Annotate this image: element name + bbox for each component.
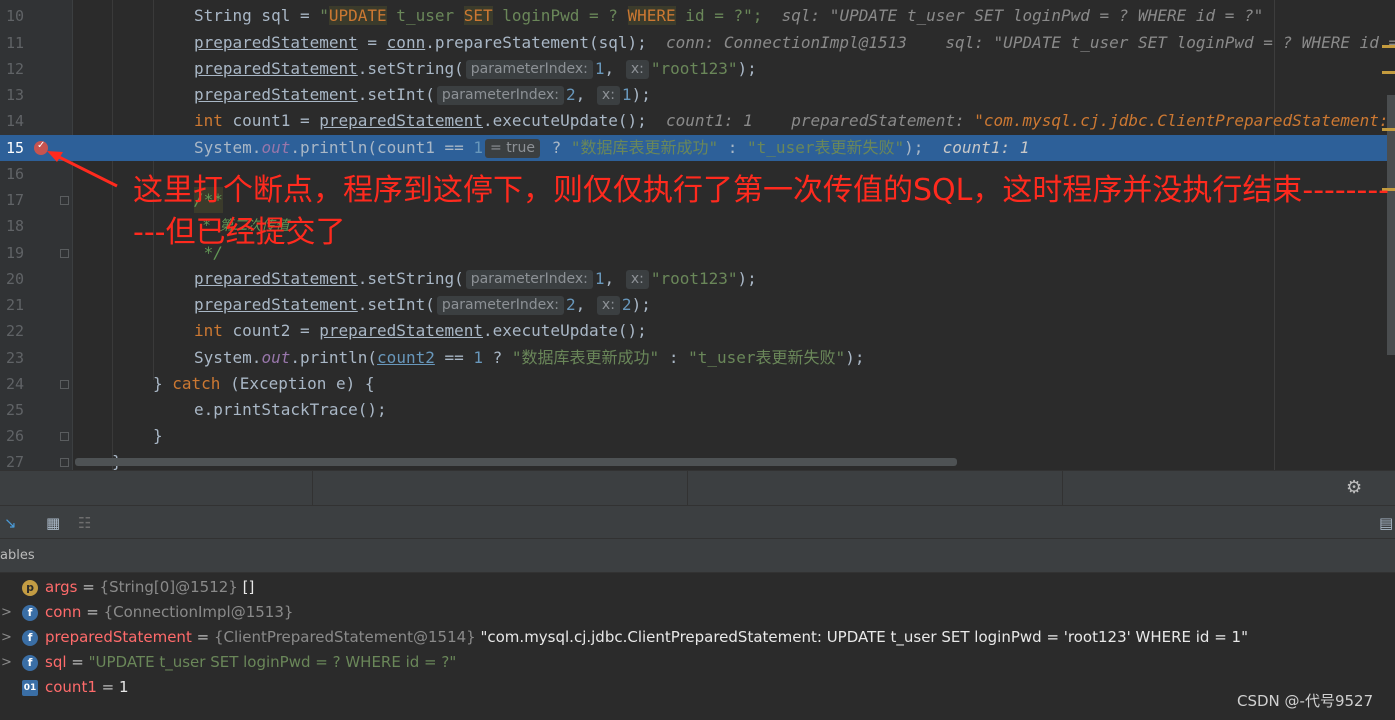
- code-line-13[interactable]: 13 preparedStatement.setInt(parameterInd…: [0, 82, 1395, 108]
- horizontal-scrollbar[interactable]: [75, 458, 957, 466]
- code-line-26[interactable]: 26 }: [0, 423, 1395, 449]
- panel-layout-icon[interactable]: ▤: [1379, 514, 1393, 532]
- field-icon: f: [22, 605, 38, 621]
- line-number: 17: [5, 191, 24, 209]
- line-number: 18: [5, 217, 24, 235]
- line-number: 21: [5, 296, 24, 314]
- variables-list[interactable]: p args = {String[0]@1512} [] > f conn = …: [0, 572, 1395, 720]
- fold-icon[interactable]: [60, 249, 69, 258]
- fold-icon[interactable]: [60, 432, 69, 441]
- code-line-10[interactable]: 10 String sql = "UPDATE t_user SET login…: [0, 3, 1395, 29]
- watermark: CSDN @-代号9527: [1237, 692, 1374, 710]
- line-number: 27: [5, 453, 24, 470]
- debug-toolbar: ↘ ▦ ☷ ▤: [0, 505, 1395, 539]
- variable-row[interactable]: 01 count1 = 1: [0, 675, 1395, 700]
- parameter-hint: parameterIndex:: [465, 270, 593, 289]
- expand-chevron-icon[interactable]: >: [1, 600, 12, 625]
- line-number: 13: [5, 86, 24, 104]
- code-line-23[interactable]: 23 System.out.println(count2 == 1 ? "数据库…: [0, 345, 1395, 371]
- parameter-hint: parameterIndex:: [436, 86, 564, 105]
- variable-row[interactable]: > f conn = {ConnectionImpl@1513}: [0, 600, 1395, 625]
- inline-debug-value: count1: 1: [923, 138, 1030, 157]
- gear-icon[interactable]: ⚙: [1346, 477, 1362, 498]
- inline-debug-value: conn: ConnectionImpl@1513 sql: "UPDATE t…: [646, 33, 1395, 52]
- line-number: 10: [5, 7, 24, 25]
- line-number: 15: [5, 139, 24, 157]
- parameter-hint: x:: [596, 86, 620, 105]
- expand-chevron-icon[interactable]: >: [1, 650, 12, 675]
- code-line-21[interactable]: 21 preparedStatement.setInt(parameterInd…: [0, 292, 1395, 318]
- code-line-22[interactable]: 22 int count2 = preparedStatement.execut…: [0, 318, 1395, 344]
- fold-icon[interactable]: [60, 458, 69, 467]
- primitive-icon: 01: [22, 680, 38, 696]
- line-number: 24: [5, 375, 24, 393]
- fold-icon[interactable]: [60, 380, 69, 389]
- code-line-15-current[interactable]: 15 ✓ System.out.println(count1 == 1 = tru…: [0, 135, 1395, 161]
- parameter-hint: x:: [596, 296, 620, 315]
- line-number: 26: [5, 427, 24, 445]
- panel-divider: [1062, 470, 1063, 505]
- field-icon: f: [22, 655, 38, 671]
- scroll-marker: [1382, 45, 1395, 48]
- variables-title-bar: ables: [0, 538, 1395, 573]
- line-number: 20: [5, 270, 24, 288]
- scroll-marker: [1382, 128, 1395, 131]
- parameter-hint: x:: [625, 270, 649, 289]
- step-into-icon[interactable]: ↘: [4, 514, 17, 532]
- line-number: 16: [5, 165, 24, 183]
- expand-chevron-icon[interactable]: >: [1, 625, 12, 650]
- fold-icon[interactable]: [60, 196, 69, 205]
- inline-debug-value: sql: "UPDATE t_user SET loginPwd = ? WHE…: [762, 6, 1264, 25]
- code-line-11[interactable]: 11 preparedStatement = conn.prepareState…: [0, 30, 1395, 56]
- code-line-24[interactable]: 24 } catch (Exception e) {: [0, 371, 1395, 397]
- panel-divider: [687, 470, 688, 505]
- code-line-20[interactable]: 20 preparedStatement.setString(parameter…: [0, 266, 1395, 292]
- line-number: 12: [5, 60, 24, 78]
- parameter-hint: parameterIndex:: [436, 296, 564, 315]
- layout-icon[interactable]: ☷: [78, 514, 91, 532]
- line-number: 19: [5, 244, 24, 262]
- variables-title: ables: [0, 548, 35, 563]
- inline-debug-value: "com.mysql.cj.jdbc.ClientPreparedStateme…: [974, 111, 1389, 130]
- variable-row[interactable]: > f sql = "UPDATE t_user SET loginPwd = …: [0, 650, 1395, 675]
- line-number: 11: [5, 34, 24, 52]
- inline-debug-value: count1: 1 preparedStatement:: [646, 111, 975, 130]
- variable-row[interactable]: > f preparedStatement = {ClientPreparedS…: [0, 625, 1395, 650]
- annotation-arrow-icon: [47, 151, 118, 188]
- line-number: 23: [5, 349, 24, 367]
- code-line-14[interactable]: 14 int count1 = preparedStatement.execut…: [0, 108, 1395, 134]
- annotation-text: 这里打个断点，程序到这停下，则仅仅执行了第一次传值的SQL，这时程序并没执行结束…: [133, 173, 1389, 250]
- panel-divider: [312, 470, 313, 505]
- variable-row[interactable]: p args = {String[0]@1512} []: [0, 575, 1395, 600]
- line-number: 14: [5, 112, 24, 130]
- debug-panel-header: [0, 470, 1395, 506]
- parameter-hint: parameterIndex:: [465, 60, 593, 79]
- evaluation-hint: = true: [485, 139, 540, 158]
- line-number: 25: [5, 401, 24, 419]
- parameter-icon: p: [22, 580, 38, 596]
- parameter-hint: x:: [625, 60, 649, 79]
- code-line-12[interactable]: 12 preparedStatement.setString(parameter…: [0, 56, 1395, 82]
- scroll-marker: [1382, 71, 1395, 74]
- line-number: 22: [5, 322, 24, 340]
- code-line-25[interactable]: 25 e.printStackTrace();: [0, 397, 1395, 423]
- table-view-icon[interactable]: ▦: [46, 514, 60, 532]
- field-icon: f: [22, 630, 38, 646]
